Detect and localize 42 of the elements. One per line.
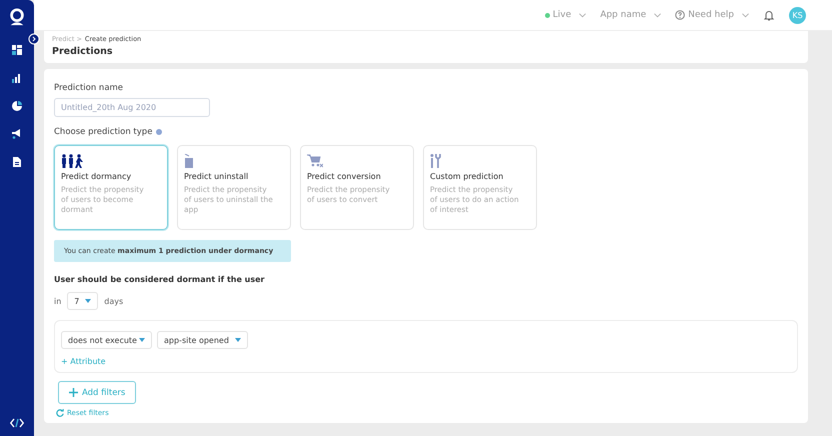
cart-icon xyxy=(307,154,323,168)
add-attribute-link[interactable]: + Attribute xyxy=(61,357,106,366)
plus-icon xyxy=(69,388,78,397)
live-menu[interactable]: Live xyxy=(544,10,586,20)
card-title: Predict uninstall xyxy=(184,172,248,181)
event-dropdown[interactable]: app-site opened xyxy=(157,331,248,349)
bar-chart-icon[interactable] xyxy=(12,73,22,83)
tools-icon xyxy=(430,154,442,168)
page-title: Predictions xyxy=(52,46,114,57)
trash-icon xyxy=(184,154,194,168)
action-dropdown[interactable]: does not execute xyxy=(61,331,152,349)
bell-icon[interactable] xyxy=(763,9,775,21)
field-label: Prediction name xyxy=(54,83,124,93)
chevron-down-icon xyxy=(654,12,662,18)
megaphone-icon[interactable] xyxy=(12,129,22,139)
expand-icon[interactable] xyxy=(28,33,40,45)
reset-icon xyxy=(56,409,64,417)
days-dropdown[interactable]: 7 xyxy=(67,292,98,310)
pie-chart-icon[interactable] xyxy=(12,101,22,111)
help-icon xyxy=(675,10,686,20)
add-filters-button[interactable]: Add filters xyxy=(58,381,136,404)
people-icon xyxy=(61,154,85,168)
card-title: Custom prediction xyxy=(430,172,504,181)
logo-icon xyxy=(8,8,26,26)
card-title: Predict dormancy xyxy=(61,172,132,181)
code-icon[interactable] xyxy=(10,418,24,428)
caret-icon xyxy=(235,338,241,342)
caret-icon xyxy=(139,338,145,342)
caret-icon xyxy=(85,299,92,303)
condition-heading: User should be considered dormant if the user xyxy=(54,275,264,284)
app-menu[interactable]: App name xyxy=(600,10,662,20)
document-icon[interactable] xyxy=(12,157,22,167)
period-prefix: in xyxy=(54,296,62,306)
prediction-name-field[interactable]: Untitled_20th Aug 2020 xyxy=(54,98,210,117)
card-title: Predict conversion xyxy=(307,172,381,181)
chevron-down-icon xyxy=(579,12,586,18)
period-suffix: days xyxy=(104,296,124,306)
chevron-down-icon xyxy=(742,12,749,18)
help-menu[interactable]: Need help xyxy=(675,10,749,20)
section-label: Choose prediction type xyxy=(54,127,152,137)
dashboard-icon[interactable] xyxy=(12,45,22,55)
user-avatar[interactable]: KS xyxy=(789,6,806,24)
